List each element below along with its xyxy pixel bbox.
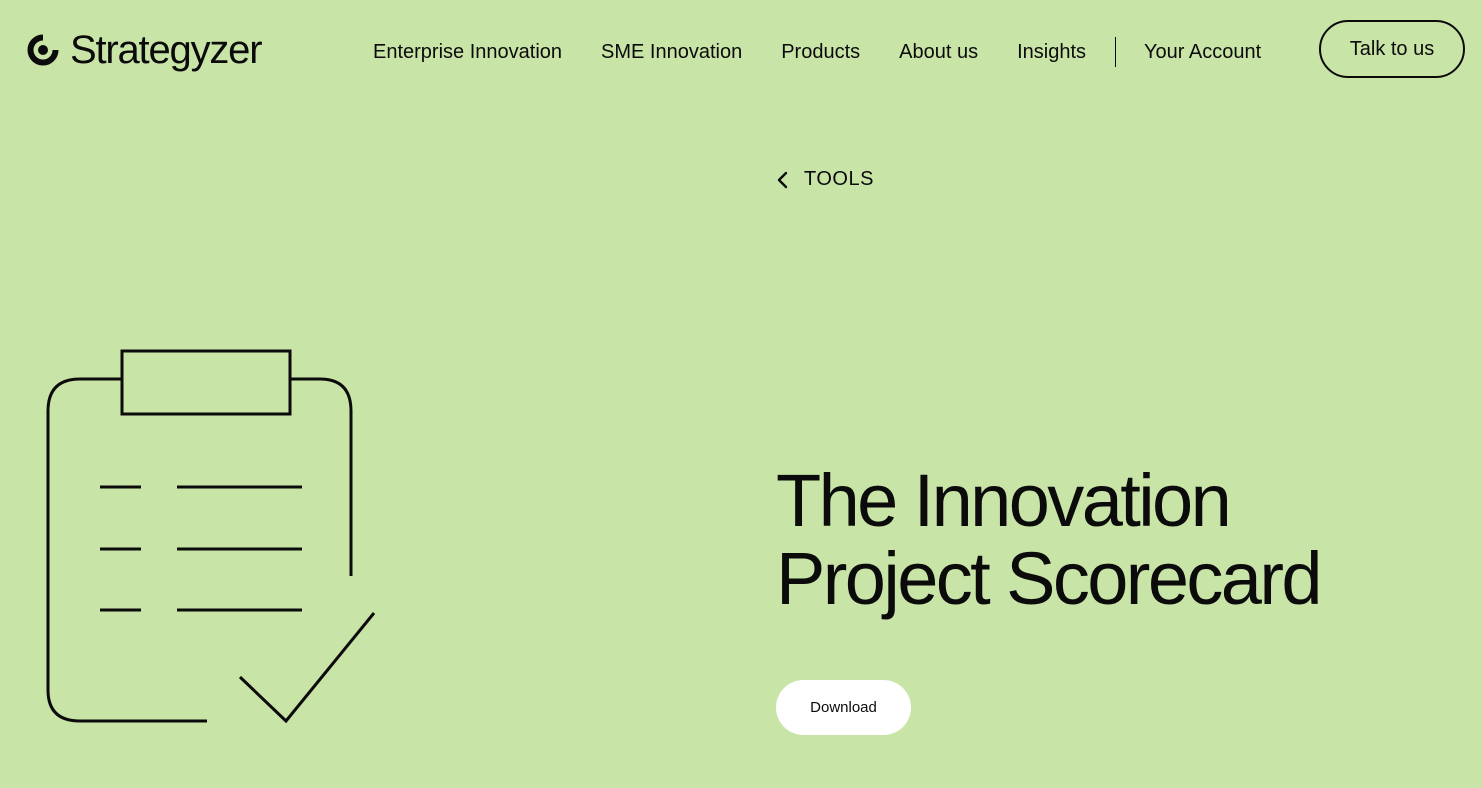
nav-insights[interactable]: Insights	[1017, 41, 1086, 64]
main-nav: Enterprise Innovation SME Innovation Pro…	[373, 34, 1261, 70]
clipboard-check-icon	[40, 340, 385, 735]
strategyzer-logo-icon	[27, 33, 60, 66]
page-title-line-2: Project Scorecard	[776, 537, 1323, 620]
breadcrumb-label: TOOLS	[804, 168, 874, 190]
nav-products[interactable]: Products	[781, 41, 860, 64]
site-header: Strategyzer Enterprise Innovation SME In…	[0, 0, 1482, 104]
brand-name: Strategyzer	[70, 28, 263, 72]
nav-enterprise-innovation[interactable]: Enterprise Innovation	[373, 41, 562, 64]
page-title-line-1: The Innovation	[776, 459, 1232, 542]
breadcrumb-back-link[interactable]: TOOLS	[776, 168, 874, 191]
brand-logo[interactable]: Strategyzer	[26, 28, 263, 72]
chevron-left-icon	[777, 171, 788, 188]
page-title: The Innovation Project Scorecard	[776, 462, 1476, 618]
download-button[interactable]: Download	[776, 680, 911, 735]
nav-about-us[interactable]: About us	[899, 41, 978, 64]
talk-to-us-button[interactable]: Talk to us	[1319, 20, 1465, 78]
nav-sme-innovation[interactable]: SME Innovation	[601, 41, 742, 64]
nav-your-account[interactable]: Your Account	[1144, 41, 1261, 64]
nav-divider	[1115, 37, 1117, 67]
